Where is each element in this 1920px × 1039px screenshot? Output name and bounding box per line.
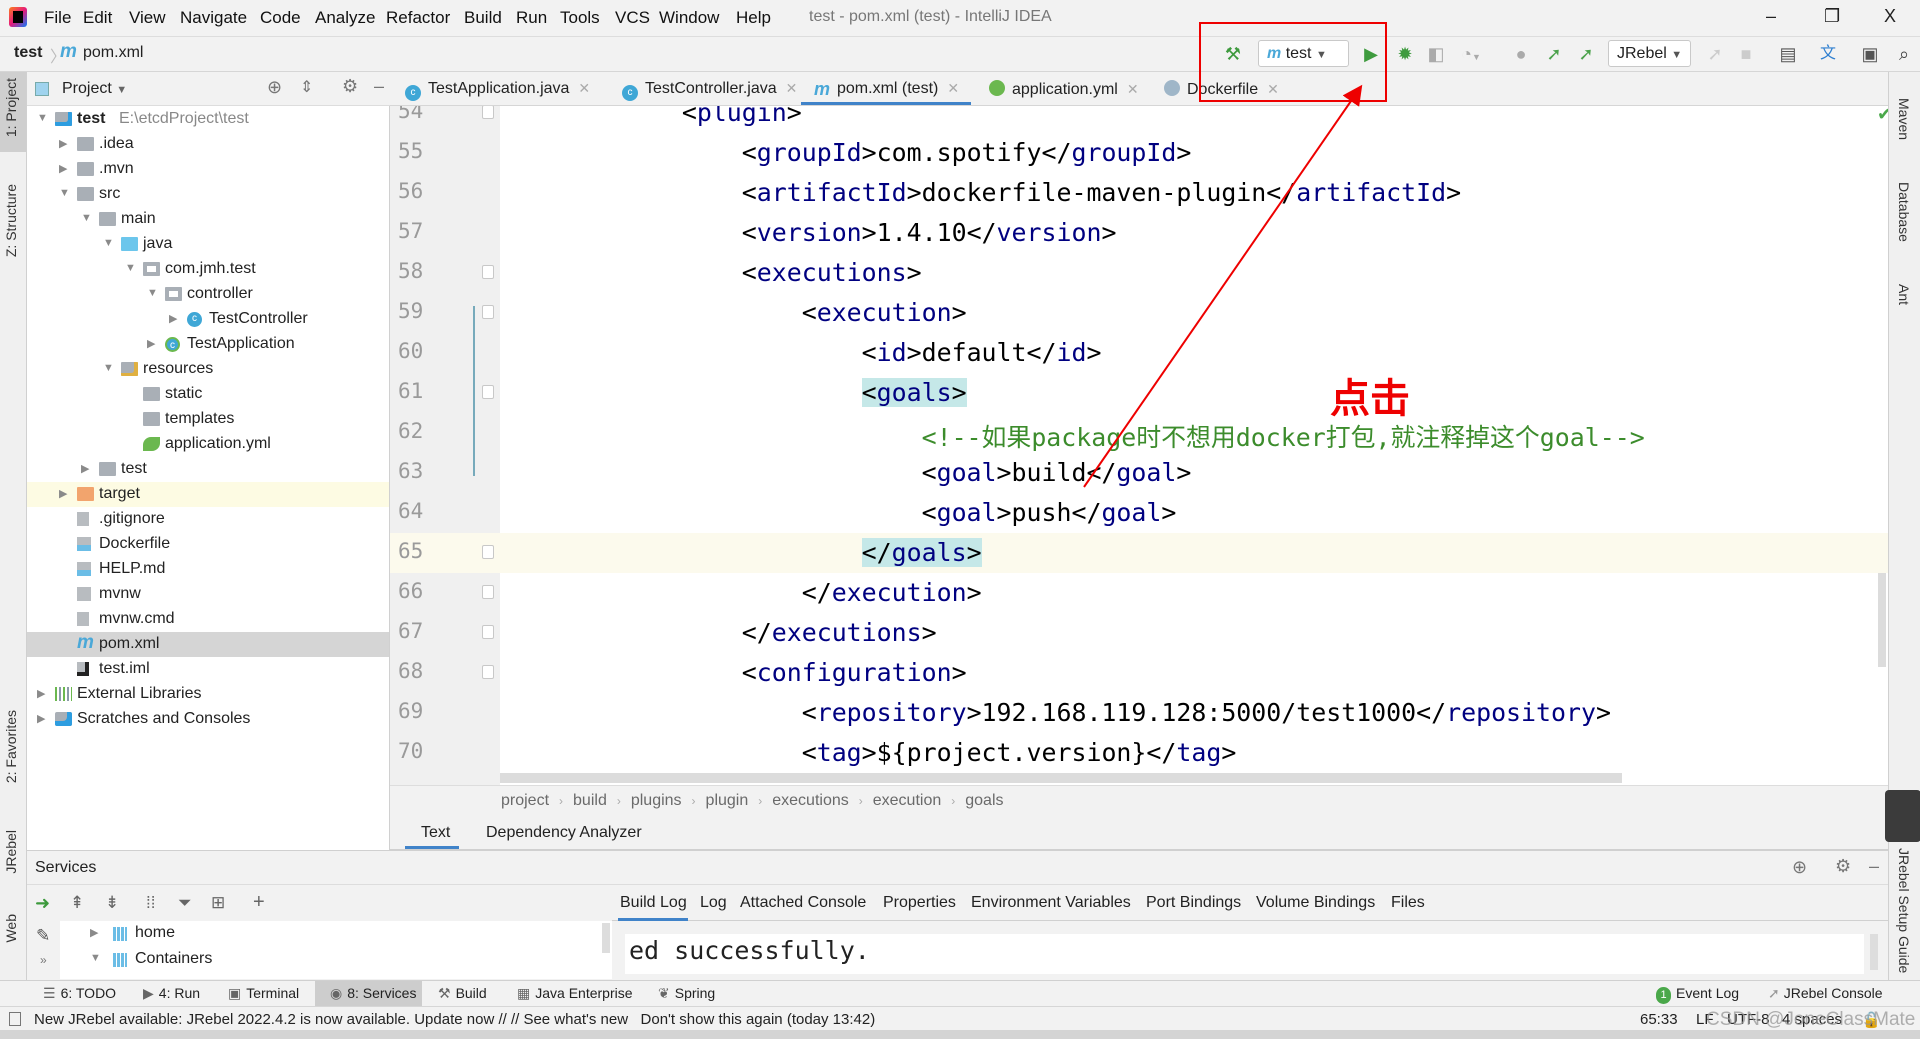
service-tree-label: Containers xyxy=(135,950,213,967)
service-tab[interactable]: Properties xyxy=(883,894,956,912)
active-tab-indicator xyxy=(618,918,688,921)
add-service-icon[interactable]: ⊞ xyxy=(211,893,225,913)
tree-scrollbar[interactable] xyxy=(602,923,610,953)
docker-group-icon xyxy=(113,927,127,941)
event-log-badge: 1 xyxy=(1656,987,1671,1004)
service-tree-item[interactable]: ▼ Containers xyxy=(60,947,600,973)
breadcrumb-item[interactable]: plugins xyxy=(631,792,682,809)
chevron-right-icon: › xyxy=(616,794,621,808)
run-icon: ▶ xyxy=(143,985,154,1001)
expanded-arrow-icon[interactable]: ▼ xyxy=(90,952,101,964)
subtab-dependency-analyzer[interactable]: Dependency Analyzer xyxy=(486,824,642,842)
jrebel-icon: ➚ xyxy=(1768,985,1780,1001)
breadcrumb-item[interactable]: executions xyxy=(772,792,849,809)
tool-window-terminal[interactable]: ▣ Terminal xyxy=(228,985,299,1002)
more-icon[interactable]: » xyxy=(40,953,47,967)
breadcrumb-item[interactable]: plugin xyxy=(706,792,749,809)
tool-window-8-services[interactable]: ◉ 8: Services xyxy=(330,985,416,1002)
services-tree: ▶ home ▼ Containers xyxy=(60,921,612,979)
caret-position[interactable]: 65:33 xyxy=(1640,1011,1678,1028)
gear-icon[interactable]: ⚙ xyxy=(1835,856,1851,877)
tool-window-label: JRebel Console xyxy=(1783,985,1883,1001)
annotation-text: 点击 xyxy=(1330,376,1410,422)
services-title: Services xyxy=(35,859,97,876)
console-scrollbar[interactable] xyxy=(1870,934,1878,970)
terminal-icon: ▣ xyxy=(228,985,242,1001)
spring-icon: ❦ xyxy=(658,985,670,1001)
xml-breadcrumbs: project › build › plugins › plugin › executions ›… xyxy=(390,785,1888,818)
todo-icon: ☰ xyxy=(43,985,56,1001)
java-enterprise-icon: ▦ xyxy=(517,985,531,1001)
tool-window-label: Java Enterprise xyxy=(535,985,633,1001)
subtab-active-indicator xyxy=(405,846,459,849)
subtab-text[interactable]: Text xyxy=(421,824,450,842)
service-tree-item[interactable]: ▶ home xyxy=(60,921,600,947)
status-bar: New JRebel available: JRebel 2022.4.2 is… xyxy=(0,1006,1920,1030)
chevron-right-icon: › xyxy=(559,794,564,808)
group-icon[interactable]: ⁞⁞ xyxy=(146,893,155,913)
tool-window-label: 4: Run xyxy=(158,985,201,1001)
tool-window-label: Spring xyxy=(674,985,716,1001)
tool-window-label: 8: Services xyxy=(347,985,417,1001)
chevron-right-icon: › xyxy=(691,794,696,808)
tool-window-label: Terminal xyxy=(246,985,300,1001)
service-tab[interactable]: Build Log xyxy=(620,894,687,912)
hide-icon[interactable]: – xyxy=(1869,856,1879,877)
expand-all-icon[interactable]: ⇞ xyxy=(70,893,84,913)
build-icon: ⚒ xyxy=(438,985,451,1001)
tool-window-event-log[interactable]: 1 Event Log xyxy=(1656,985,1739,1004)
service-tab[interactable]: Volume Bindings xyxy=(1256,894,1375,912)
breadcrumb-item[interactable]: execution xyxy=(873,792,942,809)
tool-window-build[interactable]: ⚒ Build xyxy=(438,985,487,1002)
build-log-console[interactable]: ed successfully. xyxy=(625,934,1864,974)
service-tree-label: home xyxy=(135,924,176,941)
taskbar xyxy=(0,1030,1920,1039)
refresh-icon[interactable]: ➜ xyxy=(35,893,50,914)
tool-window-label: Build xyxy=(455,985,487,1001)
collapse-all-icon[interactable]: ⇟ xyxy=(105,893,119,913)
tool-window-spring[interactable]: ❦ Spring xyxy=(658,985,715,1002)
tool-window-6-todo[interactable]: ☰ 6: TODO xyxy=(43,985,116,1002)
tool-window-4-run[interactable]: ▶ 4: Run xyxy=(143,985,200,1002)
add-icon[interactable]: + xyxy=(253,891,265,914)
locate-icon[interactable]: ⊕ xyxy=(1792,857,1807,878)
tool-window-label: 6: TODO xyxy=(60,985,117,1001)
edit-icon[interactable]: ✎ xyxy=(36,926,50,946)
tool-window-label: Event Log xyxy=(1676,985,1740,1001)
filter-icon[interactable]: ⏷ xyxy=(178,893,192,913)
service-detail-tabs: Build Log Log Attached Console Properties En… xyxy=(612,885,1888,921)
tool-window-jrebel-console[interactable]: ➚ JRebel Console xyxy=(1768,985,1883,1002)
status-message[interactable]: New JRebel available: JRebel 2022.4.2 is… xyxy=(34,1011,875,1028)
editor-subtabs: Text Dependency Analyzer xyxy=(390,818,1888,850)
breadcrumb-item[interactable]: goals xyxy=(965,792,1003,809)
chevron-right-icon: › xyxy=(951,794,956,808)
collapsed-arrow-icon[interactable]: ▶ xyxy=(90,926,98,939)
chevron-right-icon: › xyxy=(758,794,763,808)
tool-window-java-enterprise[interactable]: ▦ Java Enterprise xyxy=(517,985,633,1002)
service-tab[interactable]: Port Bindings xyxy=(1146,894,1241,912)
service-tab[interactable]: Log xyxy=(700,894,727,912)
services-header: Services ⊕ ⚙ – xyxy=(27,850,1888,885)
tool-window-bar: ☰ 6: TODO ▶ 4: Run ▣ Terminal ◉ 8: Services ⚒ Bui… xyxy=(0,980,1920,1006)
services-icon: ◉ xyxy=(330,985,343,1001)
service-tab[interactable]: Attached Console xyxy=(740,894,866,912)
docker-group-icon xyxy=(113,953,127,967)
chevron-right-icon: › xyxy=(858,794,863,808)
notification-icon xyxy=(9,1012,21,1026)
watermark: CSDN @JoneClassMate xyxy=(1706,1009,1916,1030)
service-tab[interactable]: Files xyxy=(1391,894,1425,912)
service-tab[interactable]: Environment Variables xyxy=(971,894,1131,912)
breadcrumb-item[interactable]: build xyxy=(573,792,607,809)
breadcrumb-item[interactable]: project xyxy=(501,792,549,809)
